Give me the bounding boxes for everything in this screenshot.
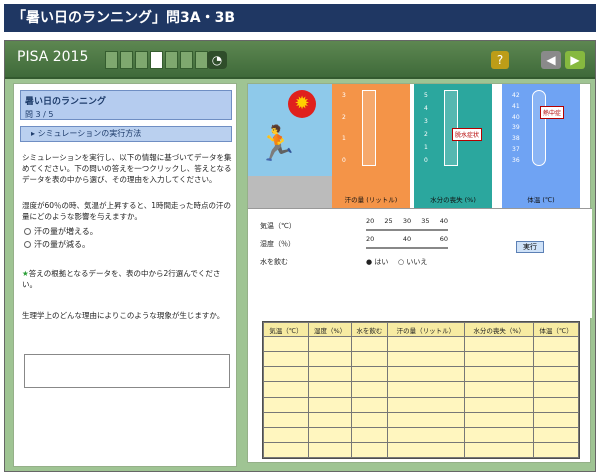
right-arrow-icon: ▶ [570,53,580,67]
clock-icon: ◔ [207,51,227,69]
star-icon: ★ [22,269,29,278]
table-row[interactable] [263,381,579,398]
temp-ticks: 42 41 40 39 38 37 36 [512,92,520,164]
simulation-panel: ✹ 🏃 3210 汗の量 (リットル) 543210 脱水症状 水分の喪失 (%… [247,83,592,463]
next-button[interactable]: ▶ [565,51,585,69]
radio-circle [24,241,31,248]
previous-button[interactable]: ◀ [541,51,561,69]
ground [248,176,332,208]
table-row[interactable] [263,335,579,353]
dehydration-callout: 脱水症状 [452,128,483,141]
unit-title: 暑い日のランニング [25,97,107,107]
question-text: 湿度が60％の時、気温が上昇すると、1時間走った時点の汗の量にどのような影響を与… [22,201,232,221]
col-humidity: 湿度（%） [307,322,353,337]
drink-water-no-radio[interactable]: ○ いいえ [398,257,427,267]
left-arrow-icon: ◀ [546,53,556,67]
body-temp-label: 体温 (℃) [527,196,555,204]
sweat-gauge: 3210 汗の量 (リットル) [332,84,410,208]
progress-step-current [150,51,163,69]
progress-step [135,51,148,69]
option-label: 汗の量が減る。 [34,240,90,249]
reason-input[interactable] [24,354,230,388]
option-label: 汗の量が増える。 [34,227,98,236]
intro-text: シミュレーションを実行し、以下の情報に基づいてデータを集めてください。下の問いの… [22,153,232,184]
help-button[interactable]: ? [491,51,509,69]
temperature-values: 20 25 30 35 40 [366,217,448,225]
option-increase-radio[interactable]: 汗の量が増える。 [24,226,98,237]
section-header-label: シミュレーションの実行方法 [37,129,142,138]
progress-step [180,51,193,69]
heatstroke-callout: 熱中症 [540,106,565,119]
humidity-label: 湿度（％） [260,240,295,248]
table-row[interactable] [263,366,579,383]
progress-indicator [105,51,208,69]
radio-circle [24,228,31,235]
col-sweat: 汗の量（リットル） [386,322,466,337]
body-temp-gauge: 42 41 40 39 38 37 36 熱中症 体温 (℃) [502,84,580,208]
col-water-loss: 水分の喪失（%） [464,322,535,337]
results-table: 気温（℃） 湿度（%） 水を飲む 汗の量（リットル） 水分の喪失（%） 体温（℃… [262,321,580,459]
run-button[interactable]: 実行 [516,241,544,253]
col-temperature: 気温（℃） [263,322,309,337]
sweat-cylinder [362,90,376,166]
option-decrease-radio[interactable]: 汗の量が減る。 [24,239,90,250]
temperature-label: 気温（℃） [260,222,296,230]
question-number: 問 3 / 5 [25,110,54,119]
thermometer-icon [532,90,546,166]
question-icon: ? [496,53,504,67]
question-panel: 暑い日のランニング 問 3 / 5 ▸ シミュレーションの実行方法 シミュレーシ… [13,83,237,467]
select-instruction: ★答えの根拠となるデータを、表の中から2行選んでください。 [22,269,221,289]
progress-step [105,51,118,69]
humidity-slider[interactable]: 20 40 60 [366,235,448,255]
table-row[interactable] [263,411,579,428]
top-toolbar: PISA 2015 ◔ ? ◀ ▶ [5,41,595,79]
humidity-values: 20 40 60 [366,235,448,243]
table-row[interactable] [263,441,579,459]
progress-step [165,51,178,69]
temperature-slider[interactable]: 20 25 30 35 40 [366,217,448,237]
sweat-ticks: 3210 [342,92,346,164]
col-body-temp: 体温（℃） [533,322,579,337]
drink-water-yes-radio[interactable]: ● はい [366,257,388,267]
water-loss-label: 水分の喪失 (%) [430,196,476,204]
table-row[interactable] [263,351,579,368]
reason-prompt: 生理学上のどんな理由によりこのような現象が生じますか。 [22,311,225,320]
water-ticks: 543210 [424,92,428,164]
page-title: 「暑い日のランニング」問3A・3B [4,4,596,32]
drink-water-label: 水を飲む [260,258,288,266]
pisa-app: PISA 2015 ◔ ? ◀ ▶ 暑い日のランニング 問 3 / 5 ▸ シミ… [4,40,596,472]
runner-scene: ✹ 🏃 [248,84,332,208]
sweat-label: 汗の量 (リットル) [344,196,398,204]
table-row[interactable] [263,426,579,443]
water-loss-gauge: 543210 脱水症状 水分の喪失 (%) [414,84,492,208]
simulation-controls: 気温（℃） 湿度（％） 水を飲む 20 25 30 35 40 20 40 60 ● はい … [248,208,592,318]
progress-step [120,51,133,69]
col-drink: 水を飲む [351,322,388,337]
runner-icon: 🏃 [256,124,299,164]
sun-icon: ✹ [288,90,316,118]
simulation-instructions-toggle[interactable]: ▸ シミュレーションの実行方法 [20,126,232,142]
question-header: 暑い日のランニング 問 3 / 5 [20,90,232,120]
brand-label: PISA 2015 [17,49,89,65]
table-row[interactable] [263,396,579,413]
